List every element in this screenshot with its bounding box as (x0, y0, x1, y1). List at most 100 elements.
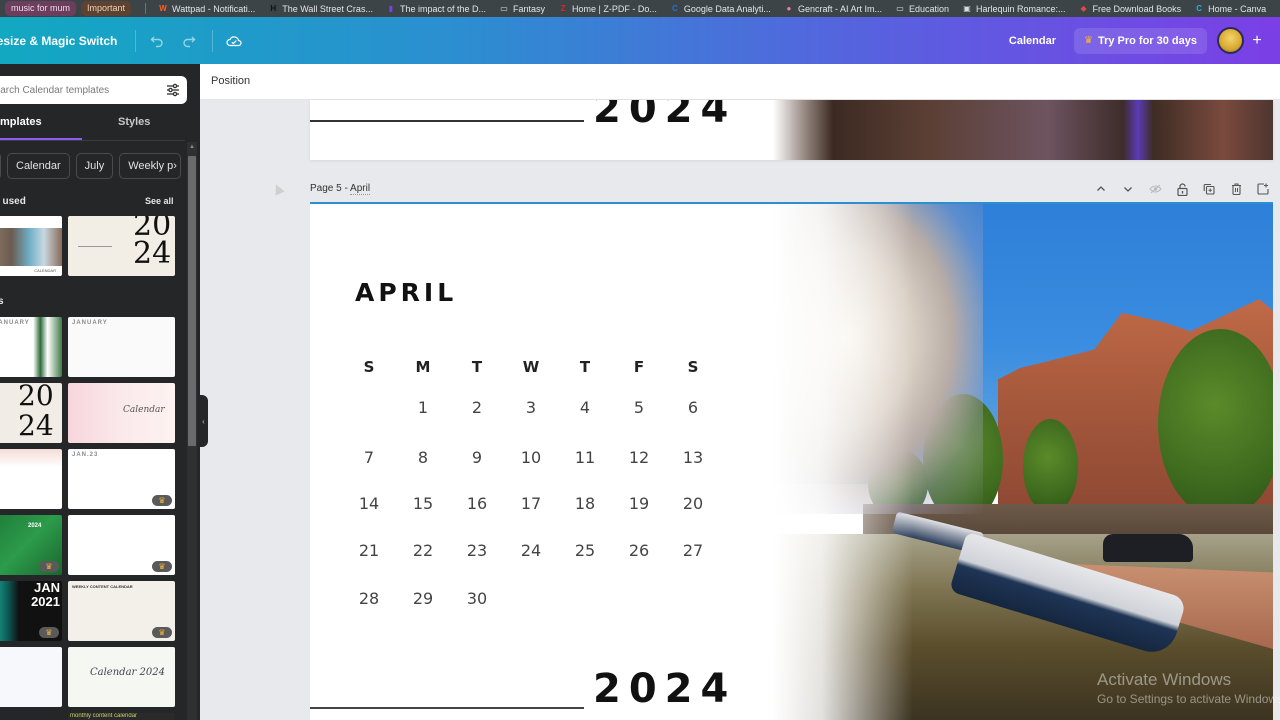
bookmark-important[interactable]: Important (81, 1, 132, 16)
thumb-green-january-calendar[interactable]: JANUARY (0, 317, 62, 377)
calendar-day[interactable]: 23 (450, 541, 504, 560)
design-canvas[interactable]: 2024 Page 5 - April APRIL SMTWTFS1234567… (200, 100, 1280, 720)
calendar-day[interactable]: 21 (342, 541, 396, 560)
calendar-day[interactable]: 15 (396, 494, 450, 513)
bookmark-item[interactable]: ▭ Education (895, 4, 949, 14)
calendar-day[interactable]: 11 (558, 448, 612, 467)
add-collaborator-button[interactable]: + (1246, 30, 1268, 52)
collapse-panel-handle[interactable]: ‹ (199, 395, 208, 447)
calendar-day[interactable]: 25 (558, 541, 612, 560)
calendar-day[interactable]: 7 (342, 448, 396, 467)
bookmark-item[interactable]: W Wattpad - Notificati... (158, 4, 255, 14)
tab-styles[interactable]: Styles (118, 116, 150, 128)
see-all-link[interactable]: See all (145, 196, 174, 206)
bookmark-item[interactable]: Z Home | Z-PDF - Do... (558, 4, 657, 14)
bookmark-item[interactable]: H The Wall Street Cras... (268, 4, 373, 14)
calendar-day[interactable]: 4 (558, 398, 612, 417)
thumb-leaf-calendar-2024[interactable]: Calendar 2024 (68, 647, 175, 707)
calendar-day[interactable]: 17 (504, 494, 558, 513)
add-page-icon[interactable] (1255, 181, 1271, 197)
calendar-day[interactable]: 5 (612, 398, 666, 417)
thumb-photo-grid-calendar[interactable] (0, 647, 62, 707)
calendar-day[interactable]: 8 (396, 448, 450, 467)
calendar-day[interactable]: 26 (612, 541, 666, 560)
amsterdam-canal-photo[interactable] (773, 204, 1273, 720)
calendar-day[interactable]: 28 (342, 589, 396, 608)
position-button[interactable]: Position (211, 75, 250, 87)
year-title[interactable]: 2024 (593, 666, 736, 712)
avatar[interactable] (1217, 27, 1244, 54)
calendar-day[interactable]: 27 (666, 541, 720, 560)
panel-scrollbar-thumb[interactable] (188, 156, 196, 446)
thumb-minimal-planner-calendar[interactable]: ♛ (68, 515, 175, 575)
calendar-day[interactable]: 24 (504, 541, 558, 560)
calendar-day[interactable]: 6 (666, 398, 720, 417)
thumb-pink-cat-calendar[interactable] (0, 449, 62, 509)
weekday-header: M (415, 358, 431, 376)
thumb-weekly-content-calendar[interactable]: WEEKLY CONTENT CALENDAR ♛ (68, 581, 175, 641)
calendar-day[interactable]: 16 (450, 494, 504, 513)
bookmark-item[interactable]: ◆ Free Download Books (1079, 4, 1181, 14)
filter-sliders-icon[interactable] (165, 82, 181, 98)
calendar-day[interactable]: 18 (558, 494, 612, 513)
calendar-page-april[interactable]: APRIL S M T W T F S 1 2 3 4 5 6 7 8 9 10 11 12 13 14 15 16 17 18… (310, 202, 1273, 720)
calendar-day[interactable]: 3 (504, 398, 558, 417)
duplicate-page-icon[interactable] (1201, 181, 1217, 197)
thumb-cute-girl-calendar[interactable]: Calendar (68, 383, 175, 443)
bookmark-label: The Wall Street Cras... (282, 3, 373, 14)
calendar-day[interactable]: 29 (396, 589, 450, 608)
thumb-2024-minimal-calendar[interactable]: 2024 (68, 216, 175, 276)
calendar-day[interactable]: 10 (504, 448, 558, 467)
tab-templates[interactable]: Templates (0, 116, 42, 128)
bookmark-item[interactable]: C Home - Canva (1194, 4, 1266, 14)
chip-weekly-planner[interactable]: Weekly p › (119, 153, 182, 179)
chip-partial[interactable] (0, 153, 1, 179)
bookmark-color-icon: ▮ (388, 4, 394, 13)
previous-page[interactable]: 2024 (310, 100, 1273, 160)
redo-icon[interactable] (178, 30, 200, 52)
harlequin-icon: ▣ (963, 4, 971, 13)
lock-page-icon[interactable] (1174, 181, 1190, 197)
thumb-paris-photo-calendar[interactable]: CALENDAR (0, 216, 62, 276)
cloud-check-icon[interactable] (223, 30, 245, 52)
bookmark-item[interactable]: ● Gencraft - AI Art Im... (784, 4, 882, 14)
thumb-2024-serif-calendar[interactable]: 2024 (0, 383, 62, 443)
bookmark-item[interactable]: ▮ The impact of the D... (386, 4, 486, 14)
move-page-up-icon[interactable] (1093, 181, 1109, 197)
delete-page-icon[interactable] (1228, 181, 1244, 197)
calendar-day[interactable]: 30 (450, 589, 504, 608)
try-pro-button[interactable]: ♛ Try Pro for 30 days (1073, 27, 1207, 54)
page-name[interactable]: April (350, 183, 371, 195)
search-input[interactable] (0, 84, 138, 96)
hide-page-eye-icon[interactable] (1147, 181, 1163, 197)
thumb-green-2024-calendar[interactable]: 2024 ♛ (0, 515, 62, 575)
calendar-day[interactable]: 9 (450, 448, 504, 467)
calendar-day[interactable]: 1 (396, 398, 450, 417)
calendar-day[interactable]: 2 (450, 398, 504, 417)
document-title[interactable]: Calendar (1009, 35, 1056, 47)
calendar-day[interactable]: 12 (612, 448, 666, 467)
bookmark-item[interactable]: ▣ Harlequin Romance:... (962, 4, 1065, 14)
bookmark-item[interactable]: C Google Data Analyti... (670, 4, 771, 14)
bookmark-item[interactable]: ▭ Fantasy (499, 4, 545, 14)
thumb-title: Calendar (123, 405, 165, 415)
month-title[interactable]: APRIL (355, 278, 457, 307)
chip-july[interactable]: July (75, 153, 114, 179)
calendar-day[interactable]: 13 (666, 448, 720, 467)
calendar-day[interactable]: 22 (396, 541, 450, 560)
move-page-down-icon[interactable] (1120, 181, 1136, 197)
scroll-up-arrow-icon[interactable]: ▲ (188, 144, 196, 152)
chip-calendar[interactable]: Calendar (7, 153, 70, 179)
thumb-monthly-content-calendar[interactable]: monthly content calendar (68, 713, 175, 720)
bookmark-label: Wattpad - Notificati... (172, 3, 256, 14)
bookmark-music-for-mum[interactable]: music for mum (5, 1, 77, 16)
calendar-day[interactable]: 19 (612, 494, 666, 513)
undo-icon[interactable] (146, 30, 168, 52)
calendar-day[interactable]: 20 (666, 494, 720, 513)
resize-magic-switch-button[interactable]: Resize & Magic Switch (0, 34, 117, 48)
thumb-jan-23-photo-calendar[interactable]: JAN.23 ♛ (68, 449, 175, 509)
thumb-gray-january-calendar[interactable]: JANUARY (68, 317, 175, 377)
chips-scroll-right-icon[interactable]: › (173, 160, 177, 172)
calendar-day[interactable]: 14 (342, 494, 396, 513)
thumb-jan-2021-aurora-calendar[interactable]: JAN 2021 ♛ (0, 581, 62, 641)
